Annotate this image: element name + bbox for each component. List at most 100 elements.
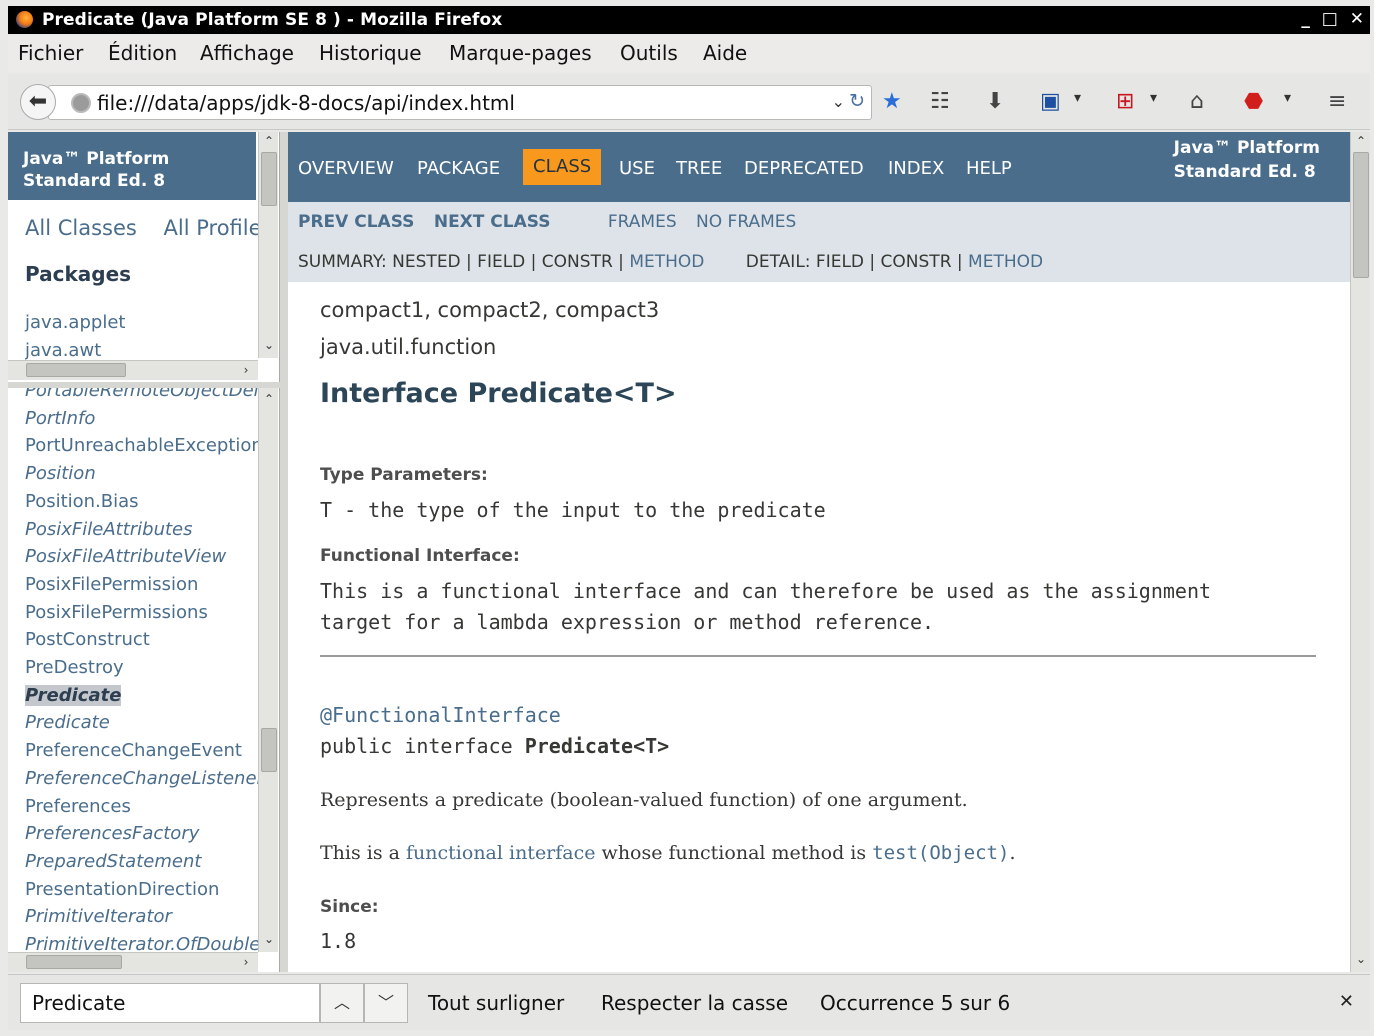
test-method-link[interactable]: test(Object) xyxy=(872,842,1009,864)
site-identity-icon[interactable] xyxy=(71,93,91,113)
frames-link[interactable]: FRAMES xyxy=(608,212,677,232)
chevron-down-icon: ﹀ xyxy=(377,993,394,1012)
class-link[interactable]: PosixFilePermissions xyxy=(25,602,208,623)
adblock-icon[interactable]: ⬣ xyxy=(1244,88,1263,116)
nav-help[interactable]: HELP xyxy=(966,158,1012,179)
no-frames-link[interactable]: NO FRAMES xyxy=(696,212,796,232)
scroll-right-arrow-icon[interactable]: › xyxy=(236,955,256,969)
minimize-button[interactable]: _ xyxy=(1301,9,1310,29)
class-link[interactable]: PortableRemoteObjectDelegate xyxy=(25,388,258,401)
menu-edition[interactable]: Édition xyxy=(108,41,177,65)
hamburger-menu-icon[interactable]: ≡ xyxy=(1328,88,1346,116)
summary-method-link[interactable]: METHOD xyxy=(629,252,704,272)
adblock-dropdown-icon[interactable]: ▾ xyxy=(1284,90,1291,106)
class-link[interactable]: PosixFileAttributes xyxy=(25,519,193,540)
class-link[interactable]: Predicate xyxy=(25,684,122,706)
url-bar[interactable]: file:///data/apps/jdk-8-docs/api/index.h… xyxy=(48,85,872,120)
close-find-bar-icon[interactable]: ✕ xyxy=(1339,991,1354,1012)
package-link[interactable]: java.applet xyxy=(25,312,125,333)
all-classes-link[interactable]: All Classes xyxy=(25,216,137,240)
menu-marque-pages[interactable]: Marque-pages xyxy=(449,41,592,65)
nav-package[interactable]: PACKAGE xyxy=(417,158,500,179)
nav-index[interactable]: INDEX xyxy=(888,158,944,179)
class-link[interactable]: PrimitiveIterator.OfDouble xyxy=(25,934,258,952)
classes-vscrollbar[interactable]: ⌃ ⌄ xyxy=(258,388,278,952)
class-link[interactable]: Position.Bias xyxy=(25,491,139,512)
functional-interface-line: target for a lambda expression or method… xyxy=(320,610,935,634)
find-next-button[interactable]: ﹀ xyxy=(364,983,408,1023)
packages-hscrollbar[interactable]: › xyxy=(8,360,258,380)
scroll-up-arrow-icon[interactable]: ⌃ xyxy=(259,392,279,406)
url-text[interactable]: file:///data/apps/jdk-8-docs/api/index.h… xyxy=(97,91,515,115)
frame-divider[interactable] xyxy=(280,132,288,972)
class-link[interactable]: PreferencesFactory xyxy=(25,823,199,844)
scroll-up-arrow-icon[interactable]: ⌃ xyxy=(1351,134,1371,148)
classes-hscrollbar[interactable]: › xyxy=(8,952,258,972)
nav-deprecated[interactable]: DEPRECATED xyxy=(744,158,864,179)
match-case-toggle[interactable]: Respecter la casse xyxy=(601,991,788,1015)
save-icon[interactable]: ▣ xyxy=(1040,88,1061,116)
menu-aide[interactable]: Aide xyxy=(703,41,747,65)
type-params-label: Type Parameters: xyxy=(320,465,488,485)
class-link[interactable]: PreferenceChangeEvent xyxy=(25,740,242,761)
class-link[interactable]: PreferenceChangeListener xyxy=(25,768,258,789)
menu-historique[interactable]: Historique xyxy=(319,41,422,65)
home-icon[interactable]: ⌂ xyxy=(1190,88,1204,116)
bookmark-star-icon[interactable]: ★ xyxy=(882,88,902,116)
menu-outils[interactable]: Outils xyxy=(620,41,678,65)
nav-tree[interactable]: TREE xyxy=(676,158,722,179)
firefox-logo-icon xyxy=(16,11,33,28)
scroll-thumb[interactable] xyxy=(26,363,126,377)
reload-icon[interactable]: ↻ xyxy=(849,90,865,112)
packages-vscrollbar[interactable]: ⌃ ⌄ xyxy=(258,132,278,358)
class-link[interactable]: Preferences xyxy=(25,796,131,817)
nav-overview[interactable]: OVERVIEW xyxy=(298,158,394,179)
addon-dropdown-icon[interactable]: ▾ xyxy=(1150,90,1157,106)
class-link[interactable]: Position xyxy=(25,463,96,484)
addon-icon[interactable]: ⊞ xyxy=(1116,88,1134,116)
class-link[interactable]: PrimitiveIterator xyxy=(25,906,172,927)
class-link[interactable]: PosixFilePermission xyxy=(25,574,198,595)
annotation-link[interactable]: @FunctionalInterface xyxy=(320,703,561,727)
prev-class-link[interactable]: PREV CLASS xyxy=(298,212,414,232)
back-button[interactable]: ⬅ xyxy=(20,84,56,120)
content-vscrollbar[interactable]: ⌃ ⌄ xyxy=(1350,132,1370,972)
save-dropdown-icon[interactable]: ▾ xyxy=(1074,90,1081,106)
nav-use[interactable]: USE xyxy=(619,158,655,179)
scroll-thumb[interactable] xyxy=(261,728,277,772)
functional-interface-link[interactable]: functional interface xyxy=(406,842,596,864)
profiles-subtitle: compact1, compact2, compact3 xyxy=(320,298,660,322)
scroll-thumb[interactable] xyxy=(261,152,277,206)
bookmarks-list-icon[interactable]: ☷ xyxy=(930,88,950,116)
scroll-thumb[interactable] xyxy=(1353,152,1369,278)
highlight-all-toggle[interactable]: Tout surligner xyxy=(428,991,564,1015)
find-input[interactable]: Predicate xyxy=(20,983,320,1023)
close-button[interactable]: ✕ xyxy=(1350,9,1364,29)
class-link[interactable]: PreDestroy xyxy=(25,657,124,678)
functional-interface-line: This is a functional interface and can t… xyxy=(320,579,1212,603)
class-link[interactable]: PortInfo xyxy=(25,408,95,429)
find-previous-button[interactable]: ︿ xyxy=(320,983,364,1023)
scroll-thumb[interactable] xyxy=(26,955,122,969)
scroll-up-arrow-icon[interactable]: ⌃ xyxy=(259,134,279,148)
all-profiles-link[interactable]: All Profiles xyxy=(164,216,273,240)
class-link[interactable]: PosixFileAttributeView xyxy=(25,546,226,567)
history-dropdown-icon[interactable]: ⌄ xyxy=(832,92,845,111)
next-class-link[interactable]: NEXT CLASS xyxy=(434,212,551,232)
class-link[interactable]: Predicate xyxy=(25,712,110,733)
scroll-down-arrow-icon[interactable]: ⌄ xyxy=(259,338,279,352)
class-link[interactable]: PostConstruct xyxy=(25,629,150,650)
menu-affichage[interactable]: Affichage xyxy=(200,41,294,65)
class-link[interactable]: PreparedStatement xyxy=(25,851,201,872)
maximize-button[interactable]: □ xyxy=(1322,9,1338,29)
scroll-right-arrow-icon[interactable]: › xyxy=(236,363,256,377)
sub-navbar: PREV CLASS NEXT CLASS FRAMES NO FRAMES S… xyxy=(288,202,1350,282)
detail-method-link[interactable]: METHOD xyxy=(968,252,1043,272)
downloads-icon[interactable]: ⬇ xyxy=(986,88,1004,116)
class-link[interactable]: PortUnreachableException xyxy=(25,435,258,456)
package-link[interactable]: java.awt xyxy=(25,340,101,360)
class-link[interactable]: PresentationDirection xyxy=(25,879,219,900)
menu-fichier[interactable]: Fichier xyxy=(18,41,83,65)
scroll-down-arrow-icon[interactable]: ⌄ xyxy=(259,932,279,946)
scroll-down-arrow-icon[interactable]: ⌄ xyxy=(1351,952,1371,966)
